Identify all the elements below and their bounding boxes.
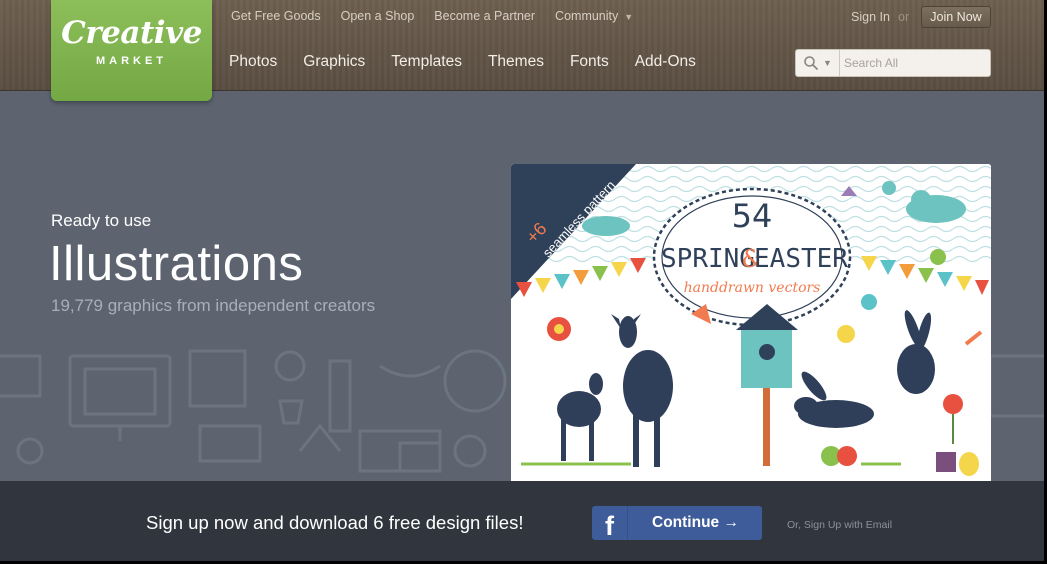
featured-tagline: handdrawn vectors — [684, 280, 821, 296]
top-links: Get Free Goods Open a Shop Become a Part… — [231, 9, 633, 23]
nav-graphics[interactable]: Graphics — [303, 53, 365, 71]
nav-themes[interactable]: Themes — [488, 53, 544, 71]
logo-wordmark: Creative — [61, 15, 202, 51]
sign-in-link[interactable]: Sign In — [851, 10, 890, 24]
nav-fonts[interactable]: Fonts — [570, 53, 609, 71]
creative-market-logo[interactable]: Creative MARKET — [51, 0, 212, 101]
featured-title-easter: EASTER — [754, 244, 848, 274]
nav-templates[interactable]: Templates — [391, 53, 462, 71]
chevron-down-icon: ▼ — [823, 58, 832, 68]
main-nav: Photos Graphics Templates Themes Fonts A… — [229, 53, 696, 71]
or-separator: or — [898, 10, 910, 24]
hero-section: Ready to use Illustrations 19,779 graphi… — [0, 91, 1047, 481]
spring-easter-illustration: +6 seamless pattern 54 SPRING & EASTER h… — [511, 164, 991, 481]
signup-cta-text: Sign up now and download 6 free design f… — [146, 512, 524, 533]
hero-kicker: Ready to use — [51, 211, 152, 230]
search-input[interactable] — [844, 53, 984, 73]
signup-bar: Sign up now and download 6 free design f… — [0, 481, 1047, 564]
chevron-down-icon: ▼ — [624, 12, 634, 22]
search-scope-dropdown[interactable]: ▼ — [796, 50, 840, 76]
nav-add-ons[interactable]: Add-Ons — [635, 53, 696, 71]
nav-photos[interactable]: Photos — [229, 53, 277, 71]
search-box: ▼ — [795, 49, 991, 77]
signup-with-email-link[interactable]: Or, Sign Up with Email — [787, 519, 892, 531]
facebook-continue-button[interactable]: f Continue → — [592, 506, 762, 540]
featured-number: 54 — [732, 197, 773, 235]
continue-label: Continue → — [652, 514, 739, 531]
hero-title: Illustrations — [49, 237, 304, 291]
join-now-button[interactable]: Join Now — [921, 6, 991, 28]
hero-subtitle: 19,779 graphics from independent creator… — [51, 296, 376, 315]
link-become-a-partner[interactable]: Become a Partner — [434, 9, 535, 23]
link-open-a-shop[interactable]: Open a Shop — [341, 9, 415, 23]
site-header: Creative MARKET Get Free Goods Open a Sh… — [0, 0, 1047, 101]
facebook-icon: f — [592, 506, 628, 540]
search-icon — [804, 56, 818, 70]
community-label: Community — [555, 9, 619, 23]
logo-submark: MARKET — [95, 55, 168, 67]
link-get-free-goods[interactable]: Get Free Goods — [231, 9, 321, 23]
link-community[interactable]: Community ▼ — [555, 9, 633, 23]
featured-product-image[interactable]: +6 seamless pattern 54 SPRING & EASTER h… — [511, 164, 991, 481]
